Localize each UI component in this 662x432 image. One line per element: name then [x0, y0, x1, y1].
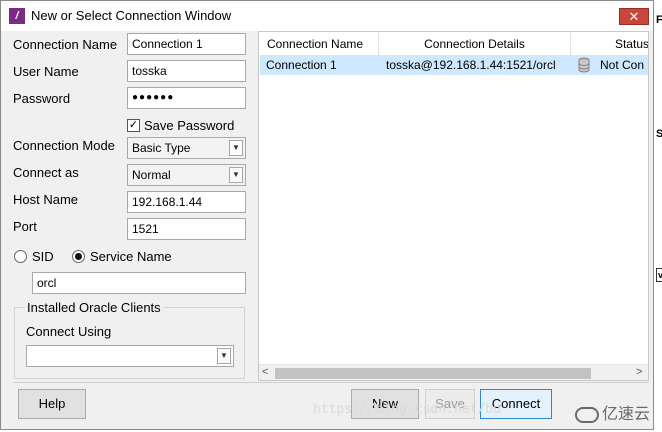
background-checkbox-icon: v: [656, 268, 662, 282]
port-input[interactable]: 1521: [127, 218, 246, 240]
sid-radio[interactable]: [14, 250, 27, 263]
connection-name-input[interactable]: Connection 1: [127, 33, 246, 55]
connect-using-label: Connect Using: [26, 324, 112, 339]
service-name-label: Service Name: [90, 249, 172, 264]
connections-grid[interactable]: Connection Name Connection Details Statu…: [258, 31, 649, 381]
table-row[interactable]: Connection 1 tosska@192.168.1.44:1521/or…: [260, 55, 648, 75]
row-connection-details: tosska@192.168.1.44:1521/orcl: [386, 58, 556, 72]
installed-clients-title: Installed Oracle Clients: [25, 300, 163, 315]
connection-window: / New or Select Connection Window ✕ Conn…: [0, 0, 654, 430]
chevron-down-icon[interactable]: ▼: [229, 140, 243, 156]
connect-as-value: Normal: [132, 168, 171, 182]
connect-as-select[interactable]: Normal ▼: [127, 164, 246, 186]
scroll-right-icon[interactable]: >: [636, 366, 642, 378]
connect-using-select[interactable]: ▼: [26, 345, 234, 367]
title-bar[interactable]: / New or Select Connection Window ✕: [1, 1, 653, 31]
user-name-input[interactable]: tosska: [127, 60, 246, 82]
service-name-radio[interactable]: [72, 250, 85, 263]
connection-mode-value: Basic Type: [132, 141, 191, 155]
close-button[interactable]: ✕: [619, 8, 649, 25]
connection-name-label: Connection Name: [13, 37, 118, 52]
scrollbar-thumb[interactable]: [275, 368, 591, 379]
sid-label: SID: [32, 249, 54, 264]
save-password-checkbox[interactable]: ✓: [127, 119, 140, 132]
database-icon: [578, 55, 592, 75]
row-connection-name: Connection 1: [266, 58, 337, 72]
logo-text: 亿速云: [602, 406, 651, 423]
window-title: New or Select Connection Window: [31, 8, 232, 23]
host-name-label: Host Name: [13, 192, 79, 207]
password-input[interactable]: ●●●●●●: [127, 87, 246, 109]
chevron-down-icon[interactable]: ▼: [229, 167, 243, 183]
port-label: Port: [13, 219, 37, 234]
column-header-status[interactable]: Status: [571, 33, 648, 55]
save-password-label: Save Password: [144, 118, 235, 133]
brand-logo: 亿速云: [575, 400, 650, 424]
chevron-down-icon[interactable]: ▼: [217, 348, 231, 364]
horizontal-scrollbar[interactable]: < >: [259, 364, 648, 380]
footer-divider: [14, 382, 649, 383]
connection-mode-label: Connection Mode: [13, 138, 115, 153]
background-char-f: F: [656, 14, 662, 26]
service-name-input[interactable]: orcl: [32, 272, 246, 294]
installed-clients-group: [14, 307, 245, 379]
connection-mode-select[interactable]: Basic Type ▼: [127, 137, 246, 159]
column-header-connection-details[interactable]: Connection Details: [379, 33, 571, 55]
user-name-label: User Name: [13, 64, 79, 79]
app-icon: /: [9, 8, 25, 24]
watermark-text: https://blog.csdn.net/bu: [313, 402, 501, 417]
background-char-s: S: [656, 128, 662, 140]
scroll-left-icon[interactable]: <: [262, 366, 268, 378]
column-header-connection-name[interactable]: Connection Name: [259, 33, 379, 55]
password-label: Password: [13, 91, 71, 106]
connect-as-label: Connect as: [13, 165, 79, 180]
help-button[interactable]: Help: [18, 389, 86, 419]
host-name-input[interactable]: 192.168.1.44: [127, 191, 246, 213]
row-status: Not Con: [600, 58, 645, 72]
